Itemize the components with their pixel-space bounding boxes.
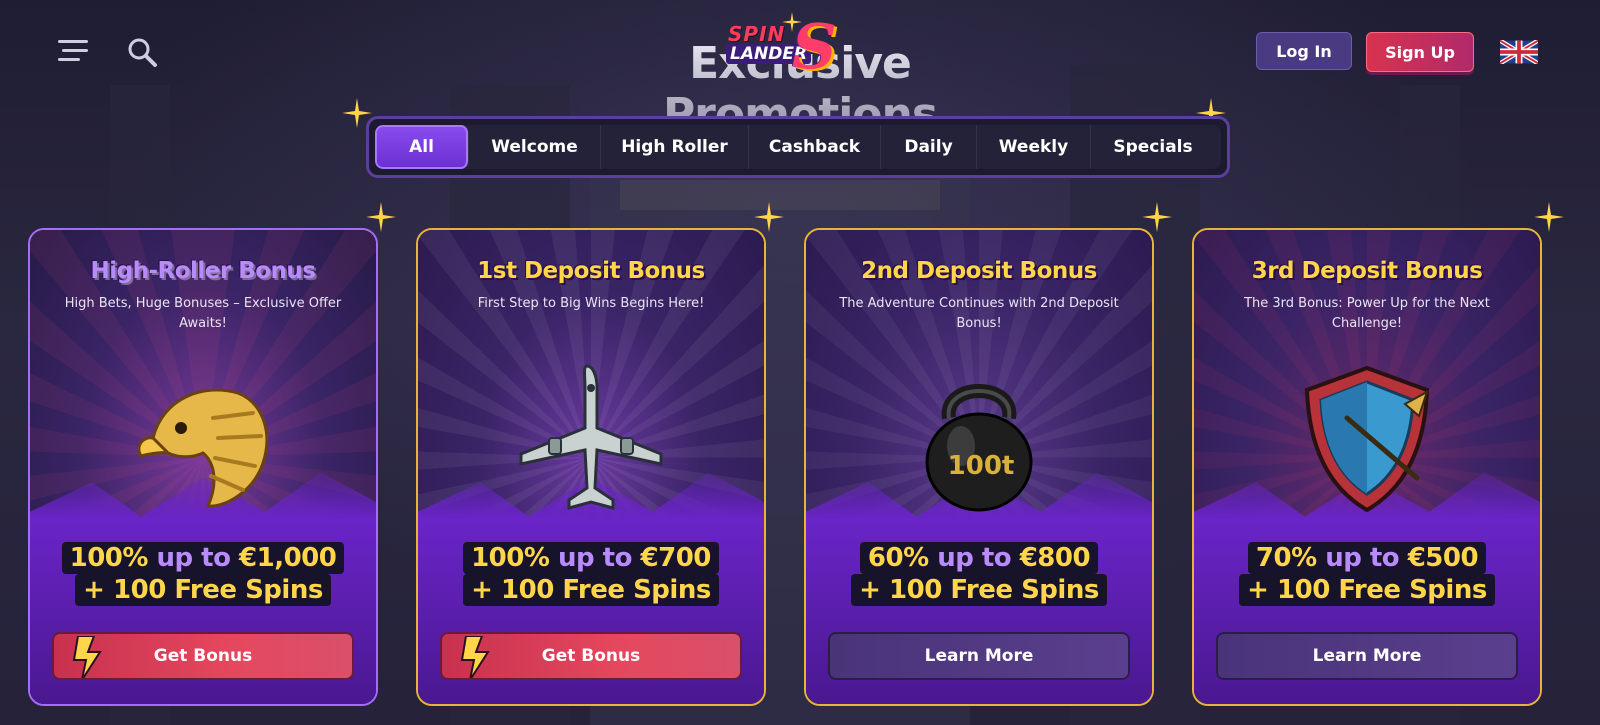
offer-text: 70% up to €500 + 100 Free Spins — [1194, 542, 1540, 606]
tab-specials[interactable]: Specials — [1091, 125, 1215, 169]
shield-icon — [1304, 365, 1430, 513]
logo-text-spin: SPIN — [728, 22, 786, 46]
get-bonus-button[interactable]: Get Bonus — [52, 632, 354, 680]
offer-text: 100% up to €1,000 + 100 Free Spins — [30, 542, 376, 606]
card-title: 2nd Deposit Bonus — [861, 258, 1097, 284]
eagle-icon — [137, 388, 269, 508]
logo-mark: S — [792, 10, 837, 83]
card-title: 3rd Deposit Bonus — [1251, 258, 1483, 284]
offer-text: 60% up to €800 + 100 Free Spins — [806, 542, 1152, 606]
promo-card-high-roller: High-Roller Bonus High Bets, Huge Bonuse… — [20, 220, 386, 714]
tab-high-roller[interactable]: High Roller — [601, 125, 749, 169]
login-button[interactable]: Log In — [1256, 32, 1352, 70]
tab-all[interactable]: All — [375, 125, 469, 169]
promo-category-tabs: All Welcome High Roller Cashback Daily W… — [366, 116, 1230, 178]
site-logo[interactable]: SPIN LANDER S — [712, 10, 888, 86]
uk-flag-icon[interactable] — [1498, 38, 1540, 66]
card-title: 1st Deposit Bonus — [477, 258, 705, 284]
kettlebell-icon: 100t — [925, 384, 1033, 512]
get-bonus-button[interactable]: Get Bonus — [440, 632, 742, 680]
tab-daily[interactable]: Daily — [881, 125, 977, 169]
site-header: Exclusive Promotions SPIN LANDER S Log I… — [0, 0, 1600, 140]
kettlebell-label: 100t — [948, 451, 1015, 481]
search-icon[interactable] — [126, 36, 158, 68]
tab-cashback[interactable]: Cashback — [749, 125, 881, 169]
lightning-icon — [460, 636, 490, 678]
lightning-icon — [72, 636, 102, 678]
learn-more-button[interactable]: Learn More — [828, 632, 1130, 680]
card-subtitle: High Bets, Huge Bonuses – Exclusive Offe… — [64, 296, 342, 331]
promo-card-third-deposit: 3rd Deposit Bonus The 3rd Bonus: Power U… — [1184, 220, 1550, 714]
tab-welcome[interactable]: Welcome — [469, 125, 601, 169]
signup-button[interactable]: Sign Up — [1366, 32, 1474, 72]
airplane-icon — [519, 364, 663, 510]
promo-card-second-deposit: 2nd Deposit Bonus The Adventure Continue… — [796, 220, 1162, 714]
card-subtitle: The 3rd Bonus: Power Up for the Next Cha… — [1244, 296, 1490, 331]
card-subtitle: The Adventure Continues with 2nd Deposit… — [839, 296, 1119, 331]
card-title: High-Roller Bonus — [90, 258, 316, 284]
card-subtitle: First Step to Big Wins Begins Here! — [477, 296, 705, 311]
hamburger-icon[interactable] — [58, 36, 92, 66]
learn-more-button[interactable]: Learn More — [1216, 632, 1518, 680]
promo-card-first-deposit: 1st Deposit Bonus First Step to Big Wins… — [408, 220, 774, 714]
offer-text: 100% up to €700 + 100 Free Spins — [418, 542, 764, 606]
tab-weekly[interactable]: Weekly — [977, 125, 1091, 169]
